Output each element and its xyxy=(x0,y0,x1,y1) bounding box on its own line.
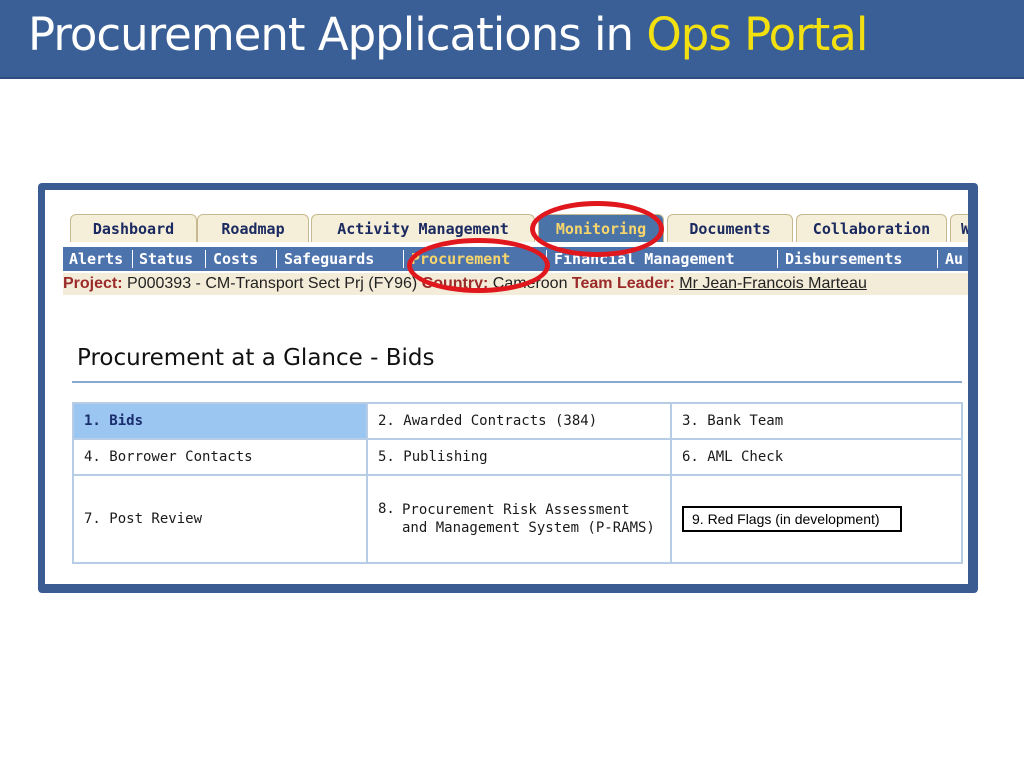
grid-item-post-review[interactable]: 7. Post Review xyxy=(72,474,368,564)
slide-title-prefix: Procurement Applications in xyxy=(28,8,647,61)
tab-roadmap[interactable]: Roadmap xyxy=(197,214,309,242)
procurement-menu-grid: 1. Bids 2. Awarded Contracts (384) 3. Ba… xyxy=(72,402,963,564)
slide-title: Procurement Applications in Ops Portal xyxy=(28,8,868,61)
subnav-costs[interactable]: Costs xyxy=(213,247,258,271)
grid-item-bank-team[interactable]: 3. Bank Team xyxy=(670,402,963,440)
subnav-separator xyxy=(937,250,938,268)
subnav-status[interactable]: Status xyxy=(139,247,193,271)
team-leader-link[interactable]: Mr Jean-Francois Marteau xyxy=(679,275,867,292)
red-flags-box: 9. Red Flags (in development) xyxy=(682,506,902,532)
slide-title-highlight: Ops Portal xyxy=(646,8,868,61)
p-rams-number: 8. xyxy=(378,501,395,517)
grid-item-awarded-contracts[interactable]: 2. Awarded Contracts (384) xyxy=(366,402,672,440)
grid-row: 1. Bids 2. Awarded Contracts (384) 3. Ba… xyxy=(72,402,963,440)
procurement-highlight-oval xyxy=(407,238,550,293)
grid-item-bids[interactable]: 1. Bids xyxy=(72,402,368,440)
slide-title-bar: Procurement Applications in Ops Portal xyxy=(0,0,1024,79)
tab-activity-management[interactable]: Activity Management xyxy=(311,214,535,242)
grid-item-red-flags-cell: 9. Red Flags (in development) xyxy=(670,474,963,564)
grid-item-aml-check[interactable]: 6. AML Check xyxy=(670,438,963,476)
project-value: P000393 - CM-Transport Sect Prj (FY96) xyxy=(127,275,418,292)
tab-documents[interactable]: Documents xyxy=(667,214,793,242)
tab-collaboration[interactable]: Collaboration xyxy=(796,214,947,242)
subnav-separator xyxy=(403,250,404,268)
subnav-separator xyxy=(205,250,206,268)
subnav-disbursements[interactable]: Disbursements xyxy=(785,247,902,271)
subnav-separator xyxy=(276,250,277,268)
project-label: Project: xyxy=(63,275,123,292)
tab-dashboard[interactable]: Dashboard xyxy=(70,214,197,242)
subnav-separator xyxy=(132,250,133,268)
grid-item-p-rams[interactable]: 8. Procurement Risk Assessment and Manag… xyxy=(366,474,672,564)
subnav-safeguards[interactable]: Safeguards xyxy=(284,247,374,271)
p-rams-label: Procurement Risk Assessment and Manageme… xyxy=(402,502,655,536)
grid-row: 4. Borrower Contacts 5. Publishing 6. AM… xyxy=(72,438,963,476)
grid-item-borrower-contacts[interactable]: 4. Borrower Contacts xyxy=(72,438,368,476)
tab-w[interactable]: W xyxy=(950,214,968,242)
monitoring-highlight-oval xyxy=(530,201,664,257)
subnav-alerts[interactable]: Alerts xyxy=(69,247,123,271)
team-leader-label: Team Leader: xyxy=(571,275,675,292)
heading-divider xyxy=(72,381,962,383)
subnav-au[interactable]: Au xyxy=(945,247,963,271)
grid-row: 7. Post Review 8. Procurement Risk Asses… xyxy=(72,474,963,564)
page-heading: Procurement at a Glance - Bids xyxy=(77,345,435,371)
grid-item-publishing[interactable]: 5. Publishing xyxy=(366,438,672,476)
subnav-separator xyxy=(777,250,778,268)
